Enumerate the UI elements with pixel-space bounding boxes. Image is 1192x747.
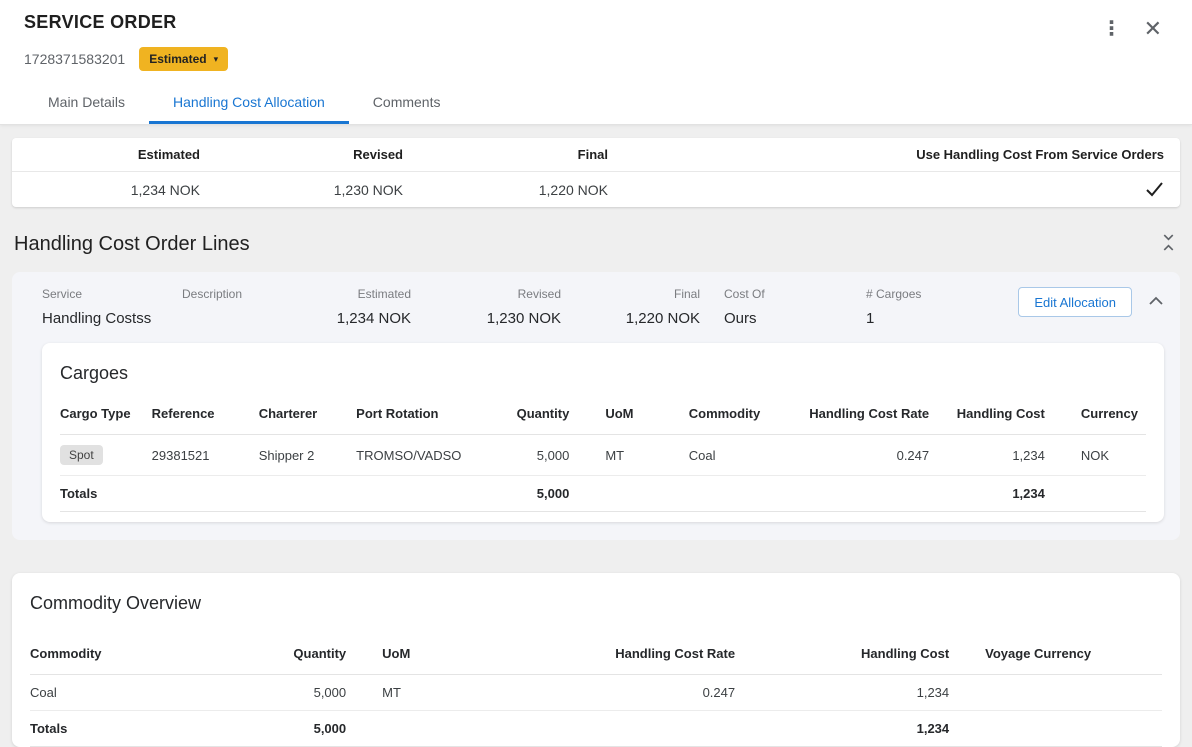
col-commodity: Commodity xyxy=(661,400,799,435)
cargo-reference: 29381521 xyxy=(152,435,259,476)
tab-bar: Main Details Handling Cost Allocation Co… xyxy=(24,83,1168,124)
status-badge[interactable]: Estimated ▾ xyxy=(139,47,228,71)
cargo-count-value: 1 xyxy=(866,310,966,327)
summary-final-value: 1,220 NOK xyxy=(403,182,608,198)
commodity-overview-title: Commodity Overview xyxy=(30,593,1162,614)
col-handling-cost: Handling Cost xyxy=(743,640,957,675)
summary-revised-value: 1,230 NOK xyxy=(200,182,403,198)
col-handling-cost: Handling Cost xyxy=(937,400,1053,435)
commodity-totals-quantity: 5,000 xyxy=(226,711,355,747)
cargo-port-rotation: TROMSO/VADSO xyxy=(356,435,485,476)
cargo-handling-cost: 1,234 xyxy=(937,435,1053,476)
line-estimated-label: Estimated xyxy=(272,287,411,301)
col-quantity: Quantity xyxy=(485,400,577,435)
commodity-row: Coal 5,000 MT 0.247 1,234 xyxy=(30,675,1162,711)
handling-cost-summary-card: Estimated Revised Final Use Handling Cos… xyxy=(12,138,1180,207)
summary-final-header: Final xyxy=(403,147,608,162)
cargo-count-label: # Cargoes xyxy=(866,287,966,301)
more-options-icon[interactable]: ⋮ xyxy=(1102,19,1122,39)
col-reference: Reference xyxy=(152,400,259,435)
cargoes-totals-handling-cost: 1,234 xyxy=(937,476,1053,512)
cargoes-totals-quantity: 5,000 xyxy=(485,476,577,512)
commodity-uom: MT xyxy=(354,675,519,711)
cargo-row[interactable]: Spot 29381521 Shipper 2 TROMSO/VADSO 5,0… xyxy=(60,435,1146,476)
col-uom: UoM xyxy=(354,640,519,675)
tab-main-details[interactable]: Main Details xyxy=(24,83,149,124)
collapse-line-icon[interactable] xyxy=(1148,293,1164,311)
cargo-commodity: Coal xyxy=(661,435,799,476)
commodity-overview-card: Commodity Overview Commodity Quantity Uo… xyxy=(12,573,1180,747)
page-title: SERVICE ORDER xyxy=(24,12,177,33)
line-revised-value: 1,230 NOK xyxy=(411,310,561,327)
summary-use-handling-cost-header: Use Handling Cost From Service Orders xyxy=(916,147,1164,162)
cargo-uom: MT xyxy=(577,435,660,476)
commodity-totals-handling-cost: 1,234 xyxy=(743,711,957,747)
col-currency: Currency xyxy=(1053,400,1146,435)
commodity-totals-label: Totals xyxy=(30,711,226,747)
commodity-totals-row: Totals 5,000 1,234 xyxy=(30,711,1162,747)
summary-revised-header: Revised xyxy=(200,147,403,162)
commodity-name: Coal xyxy=(30,675,226,711)
summary-estimated-value: 1,234 NOK xyxy=(28,182,200,198)
col-handling-cost-rate: Handling Cost Rate xyxy=(798,400,937,435)
service-value: Handling Costss xyxy=(42,310,182,327)
order-id: 1728371583201 xyxy=(24,51,125,67)
summary-estimated-header: Estimated xyxy=(28,147,200,162)
line-estimated-value: 1,234 NOK xyxy=(272,310,411,327)
commodity-voyage-currency xyxy=(957,675,1162,711)
content-area: Estimated Revised Final Use Handling Cos… xyxy=(0,125,1192,747)
line-final-label: Final xyxy=(561,287,700,301)
commodity-overview-table: Commodity Quantity UoM Handling Cost Rat… xyxy=(30,640,1162,747)
cargoes-totals-label: Totals xyxy=(60,476,152,512)
cargo-handling-cost-rate: 0.247 xyxy=(798,435,937,476)
cost-of-value: Ours xyxy=(724,310,866,327)
cost-of-label: Cost Of xyxy=(724,287,866,301)
commodity-quantity: 5,000 xyxy=(226,675,355,711)
handling-cost-order-line: Service Handling Costss Description Esti… xyxy=(12,272,1180,540)
cargoes-totals-row: Totals 5,000 1,234 xyxy=(60,476,1146,512)
col-commodity: Commodity xyxy=(30,640,226,675)
cargoes-table: Cargo Type Reference Charterer Port Rota… xyxy=(60,400,1146,512)
cargo-currency: NOK xyxy=(1053,435,1146,476)
col-quantity: Quantity xyxy=(226,640,355,675)
col-charterer: Charterer xyxy=(259,400,356,435)
line-revised-label: Revised xyxy=(411,287,561,301)
header: SERVICE ORDER ⋮ ✕ 1728371583201 Estimate… xyxy=(0,0,1192,125)
cargo-type-chip: Spot xyxy=(60,445,103,465)
col-uom: UoM xyxy=(577,400,660,435)
commodity-handling-cost-rate: 0.247 xyxy=(519,675,743,711)
col-voyage-currency: Voyage Currency xyxy=(957,640,1162,675)
use-handling-cost-checkbox[interactable] xyxy=(1145,181,1164,198)
cargoes-card: Cargoes Cargo Type Reference Charterer P… xyxy=(42,343,1164,522)
close-icon[interactable]: ✕ xyxy=(1144,18,1162,40)
description-label: Description xyxy=(182,287,272,301)
section-title: Handling Cost Order Lines xyxy=(14,233,250,256)
commodity-handling-cost: 1,234 xyxy=(743,675,957,711)
line-final-value: 1,220 NOK xyxy=(561,310,700,327)
tab-comments[interactable]: Comments xyxy=(349,83,465,124)
status-label: Estimated xyxy=(149,52,206,66)
caret-down-icon: ▾ xyxy=(214,54,219,65)
col-cargo-type: Cargo Type xyxy=(60,400,152,435)
collapse-all-icon[interactable] xyxy=(1161,234,1176,255)
cargo-quantity: 5,000 xyxy=(485,435,577,476)
cargo-charterer: Shipper 2 xyxy=(259,435,356,476)
service-label: Service xyxy=(42,287,182,301)
col-port-rotation: Port Rotation xyxy=(356,400,485,435)
edit-allocation-button[interactable]: Edit Allocation xyxy=(1018,287,1132,317)
cargoes-title: Cargoes xyxy=(60,363,1146,384)
checkmark-icon xyxy=(1145,181,1164,198)
col-handling-cost-rate: Handling Cost Rate xyxy=(519,640,743,675)
tab-handling-cost-allocation[interactable]: Handling Cost Allocation xyxy=(149,83,349,124)
